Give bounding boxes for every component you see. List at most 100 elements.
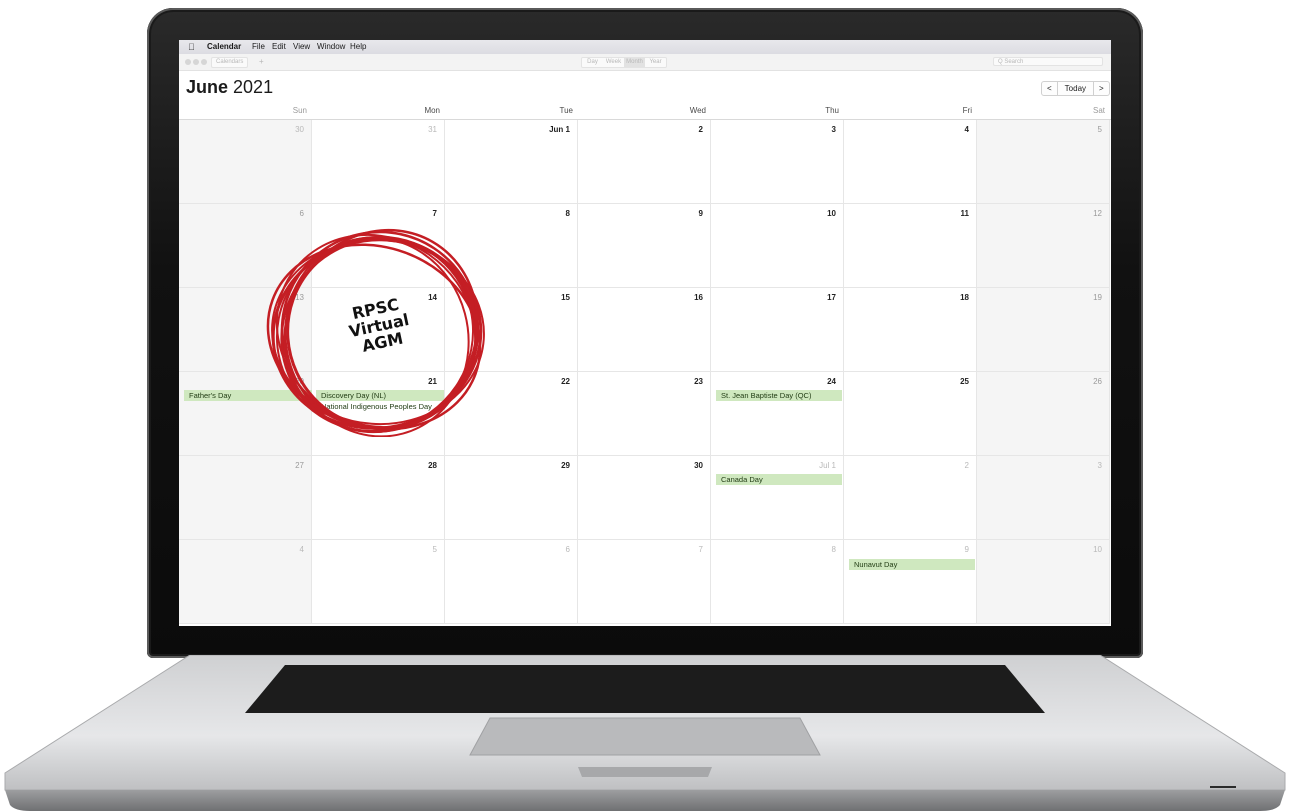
day-number: 11 xyxy=(960,209,969,218)
weekday-thu: Thu xyxy=(825,106,839,115)
day-cell[interactable]: 31 xyxy=(312,120,445,204)
view-year-button[interactable]: Year xyxy=(645,58,666,67)
day-number: 9 xyxy=(698,209,703,218)
menu-window[interactable]: Window xyxy=(317,40,345,54)
view-switcher: Day Week Month Year xyxy=(581,57,667,68)
menu-view[interactable]: View xyxy=(293,40,310,54)
event-canada-day[interactable]: Canada Day xyxy=(716,474,842,485)
day-cell[interactable]: 12 xyxy=(977,204,1110,288)
day-number: 4 xyxy=(299,545,304,554)
month-title: June 2021 xyxy=(186,77,273,97)
day-cell[interactable]: 6 xyxy=(445,540,578,624)
day-number: 30 xyxy=(295,125,304,134)
day-number: 12 xyxy=(1093,209,1102,218)
day-cell[interactable]: 5 xyxy=(977,120,1110,204)
day-cell[interactable]: 3 xyxy=(977,456,1110,540)
day-cell[interactable]: 4 xyxy=(179,540,312,624)
day-cell[interactable]: 18 xyxy=(844,288,977,372)
day-cell[interactable]: 2 xyxy=(578,120,711,204)
day-number: 7 xyxy=(432,209,437,218)
day-cell[interactable]: 30 xyxy=(578,456,711,540)
next-month-button[interactable]: > xyxy=(1094,82,1109,95)
day-cell[interactable]: 9 xyxy=(578,204,711,288)
day-cell[interactable]: 17 xyxy=(711,288,844,372)
view-week-button[interactable]: Week xyxy=(603,58,624,67)
day-cell[interactable]: 28 xyxy=(312,456,445,540)
zoom-window-button[interactable] xyxy=(201,59,207,65)
day-number: 6 xyxy=(565,545,570,554)
year-label: 2021 xyxy=(233,77,274,97)
minimize-window-button[interactable] xyxy=(193,59,199,65)
close-window-button[interactable] xyxy=(185,59,191,65)
laptop-base xyxy=(0,655,1290,812)
day-cell[interactable]: 9 xyxy=(844,540,977,624)
day-cell[interactable]: 19 xyxy=(977,288,1110,372)
view-day-button[interactable]: Day xyxy=(582,58,603,67)
event-nunavut-day[interactable]: Nunavut Day xyxy=(849,559,975,570)
day-number: 15 xyxy=(561,293,570,302)
day-number: 5 xyxy=(1097,125,1102,134)
day-cell[interactable]: 27 xyxy=(179,456,312,540)
day-cell[interactable]: 25 xyxy=(844,372,977,456)
day-number: 30 xyxy=(694,461,703,470)
day-number: 27 xyxy=(295,461,304,470)
menu-help[interactable]: Help xyxy=(350,40,366,54)
weekday-tue: Tue xyxy=(559,106,574,115)
date-navigation: < Today > xyxy=(1041,81,1110,96)
day-number: Jul 1 xyxy=(819,461,836,470)
day-number: 23 xyxy=(694,377,703,386)
day-number: 24 xyxy=(827,377,836,386)
day-cell[interactable]: 2 xyxy=(844,456,977,540)
day-number: 19 xyxy=(1093,293,1102,302)
day-cell[interactable]: 10 xyxy=(711,204,844,288)
day-number: 10 xyxy=(827,209,836,218)
day-number: 29 xyxy=(561,461,570,470)
weekday-wed: Wed xyxy=(689,106,706,115)
day-number: 4 xyxy=(964,125,969,134)
menu-app-name[interactable]: Calendar xyxy=(207,40,241,54)
day-number: 22 xyxy=(561,377,570,386)
day-number: Jun 1 xyxy=(549,125,570,134)
day-cell[interactable]: 23 xyxy=(578,372,711,456)
day-cell[interactable]: 10 xyxy=(977,540,1110,624)
menu-edit[interactable]: Edit xyxy=(272,40,286,54)
menu-bar:  Calendar File Edit View Window Help xyxy=(179,40,1111,54)
today-button[interactable]: Today xyxy=(1056,82,1095,95)
search-field[interactable]: Q Search xyxy=(993,57,1103,66)
day-number: 8 xyxy=(831,545,836,554)
day-cell[interactable]: 16 xyxy=(578,288,711,372)
day-number: 6 xyxy=(299,209,304,218)
day-cell[interactable]: Jul 1 xyxy=(711,456,844,540)
day-cell[interactable]: 29 xyxy=(445,456,578,540)
day-cell[interactable]: 8 xyxy=(711,540,844,624)
day-cell[interactable]: 24 xyxy=(711,372,844,456)
day-number: 26 xyxy=(1093,377,1102,386)
weekday-sun: Sun xyxy=(292,106,307,115)
day-number: 2 xyxy=(964,461,969,470)
calendars-button[interactable]: Calendars xyxy=(211,57,249,68)
day-cell[interactable]: 4 xyxy=(844,120,977,204)
event-st-jean-baptiste-day[interactable]: St. Jean Baptiste Day (QC) xyxy=(716,390,842,401)
day-number: 3 xyxy=(831,125,836,134)
day-cell[interactable]: 3 xyxy=(711,120,844,204)
day-cell[interactable]: 26 xyxy=(977,372,1110,456)
day-number: 2 xyxy=(698,125,703,134)
previous-month-button[interactable]: < xyxy=(1042,82,1057,95)
day-number: 18 xyxy=(960,293,969,302)
day-cell[interactable]: Jun 1 xyxy=(445,120,578,204)
weekday-mon: Mon xyxy=(424,106,440,115)
week-row: 4 5 6 7 8 9 10 xyxy=(179,540,1111,624)
day-number: 7 xyxy=(698,545,703,554)
day-number: 10 xyxy=(1093,545,1102,554)
day-number: 3 xyxy=(1097,461,1102,470)
apple-menu-icon[interactable]:  xyxy=(188,40,195,54)
day-cell[interactable]: 11 xyxy=(844,204,977,288)
menu-file[interactable]: File xyxy=(252,40,265,54)
view-month-button[interactable]: Month xyxy=(624,58,645,67)
day-number: 8 xyxy=(565,209,570,218)
add-event-button[interactable]: + xyxy=(259,57,264,66)
day-cell[interactable]: 7 xyxy=(578,540,711,624)
day-cell[interactable]: 30 xyxy=(179,120,312,204)
toolbar: Calendars + Day Week Month Year Q Search xyxy=(179,54,1111,71)
day-cell[interactable]: 5 xyxy=(312,540,445,624)
